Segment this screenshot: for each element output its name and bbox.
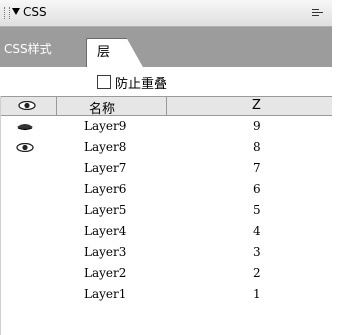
eye-icon xyxy=(18,101,36,110)
layer-row[interactable]: Layer6 6 xyxy=(0,179,332,200)
layer-z-index[interactable]: 1 xyxy=(253,287,261,301)
tab-layers-label: 层 xyxy=(97,45,111,60)
layer-z-index[interactable]: 9 xyxy=(253,119,261,133)
header-name-column[interactable]: 名称 xyxy=(56,97,167,117)
header-z-column[interactable]: Z xyxy=(166,97,332,115)
layer-name[interactable]: Layer7 xyxy=(84,161,126,175)
css-panel: CSS CSS样式 层 防止重叠 名称 Z Layer9 9 Layer8 8 … xyxy=(0,0,332,335)
drag-grip-icon[interactable] xyxy=(4,7,10,19)
layer-z-index[interactable]: 8 xyxy=(253,140,261,154)
header-z-label: Z xyxy=(252,98,261,113)
layer-z-index[interactable]: 7 xyxy=(253,161,261,175)
eye-closed-icon[interactable] xyxy=(16,122,34,131)
table-header: 名称 Z xyxy=(0,96,332,117)
layer-name[interactable]: Layer1 xyxy=(84,287,126,301)
eye-open-icon[interactable] xyxy=(16,143,34,152)
panel-title: CSS xyxy=(23,5,47,19)
left-divider xyxy=(0,96,1,335)
collapse-triangle-icon[interactable] xyxy=(12,8,20,15)
layer-name[interactable]: Layer5 xyxy=(84,203,126,217)
layer-name[interactable]: Layer4 xyxy=(84,224,126,238)
header-name-label: 名称 xyxy=(89,102,116,117)
layer-z-index[interactable]: 4 xyxy=(253,224,261,238)
layer-name[interactable]: Layer3 xyxy=(84,245,126,259)
layer-row[interactable]: Layer4 4 xyxy=(0,221,332,242)
layer-name[interactable]: Layer9 xyxy=(84,119,126,133)
panel-menu-icon[interactable] xyxy=(312,9,325,19)
panel-titlebar[interactable]: CSS xyxy=(0,0,332,27)
layer-row[interactable]: Layer8 8 xyxy=(0,137,332,158)
header-visibility-column[interactable] xyxy=(0,97,57,115)
layer-row[interactable]: Layer7 7 xyxy=(0,158,332,179)
tab-strip: CSS样式 层 xyxy=(0,27,332,69)
options-bar: 防止重叠 xyxy=(0,67,332,96)
layer-z-index[interactable]: 3 xyxy=(253,245,261,259)
layer-row[interactable]: Layer3 3 xyxy=(0,242,332,263)
layer-row[interactable]: Layer1 1 xyxy=(0,284,332,305)
layer-name[interactable]: Layer6 xyxy=(84,182,126,196)
layer-row[interactable]: Layer2 2 xyxy=(0,263,332,284)
tab-layers[interactable]: 层 xyxy=(86,38,144,69)
layer-z-index[interactable]: 2 xyxy=(253,266,261,280)
layer-name[interactable]: Layer2 xyxy=(84,266,126,280)
layer-z-index[interactable]: 6 xyxy=(253,182,261,196)
prevent-overlap-label[interactable]: 防止重叠 xyxy=(115,73,167,92)
prevent-overlap-checkbox[interactable] xyxy=(97,75,111,89)
layer-row[interactable]: Layer9 9 xyxy=(0,116,332,137)
layer-z-index[interactable]: 5 xyxy=(253,203,261,217)
tab-css-styles[interactable]: CSS样式 xyxy=(4,40,52,57)
layer-row[interactable]: Layer5 5 xyxy=(0,200,332,221)
layer-name[interactable]: Layer8 xyxy=(84,140,126,154)
